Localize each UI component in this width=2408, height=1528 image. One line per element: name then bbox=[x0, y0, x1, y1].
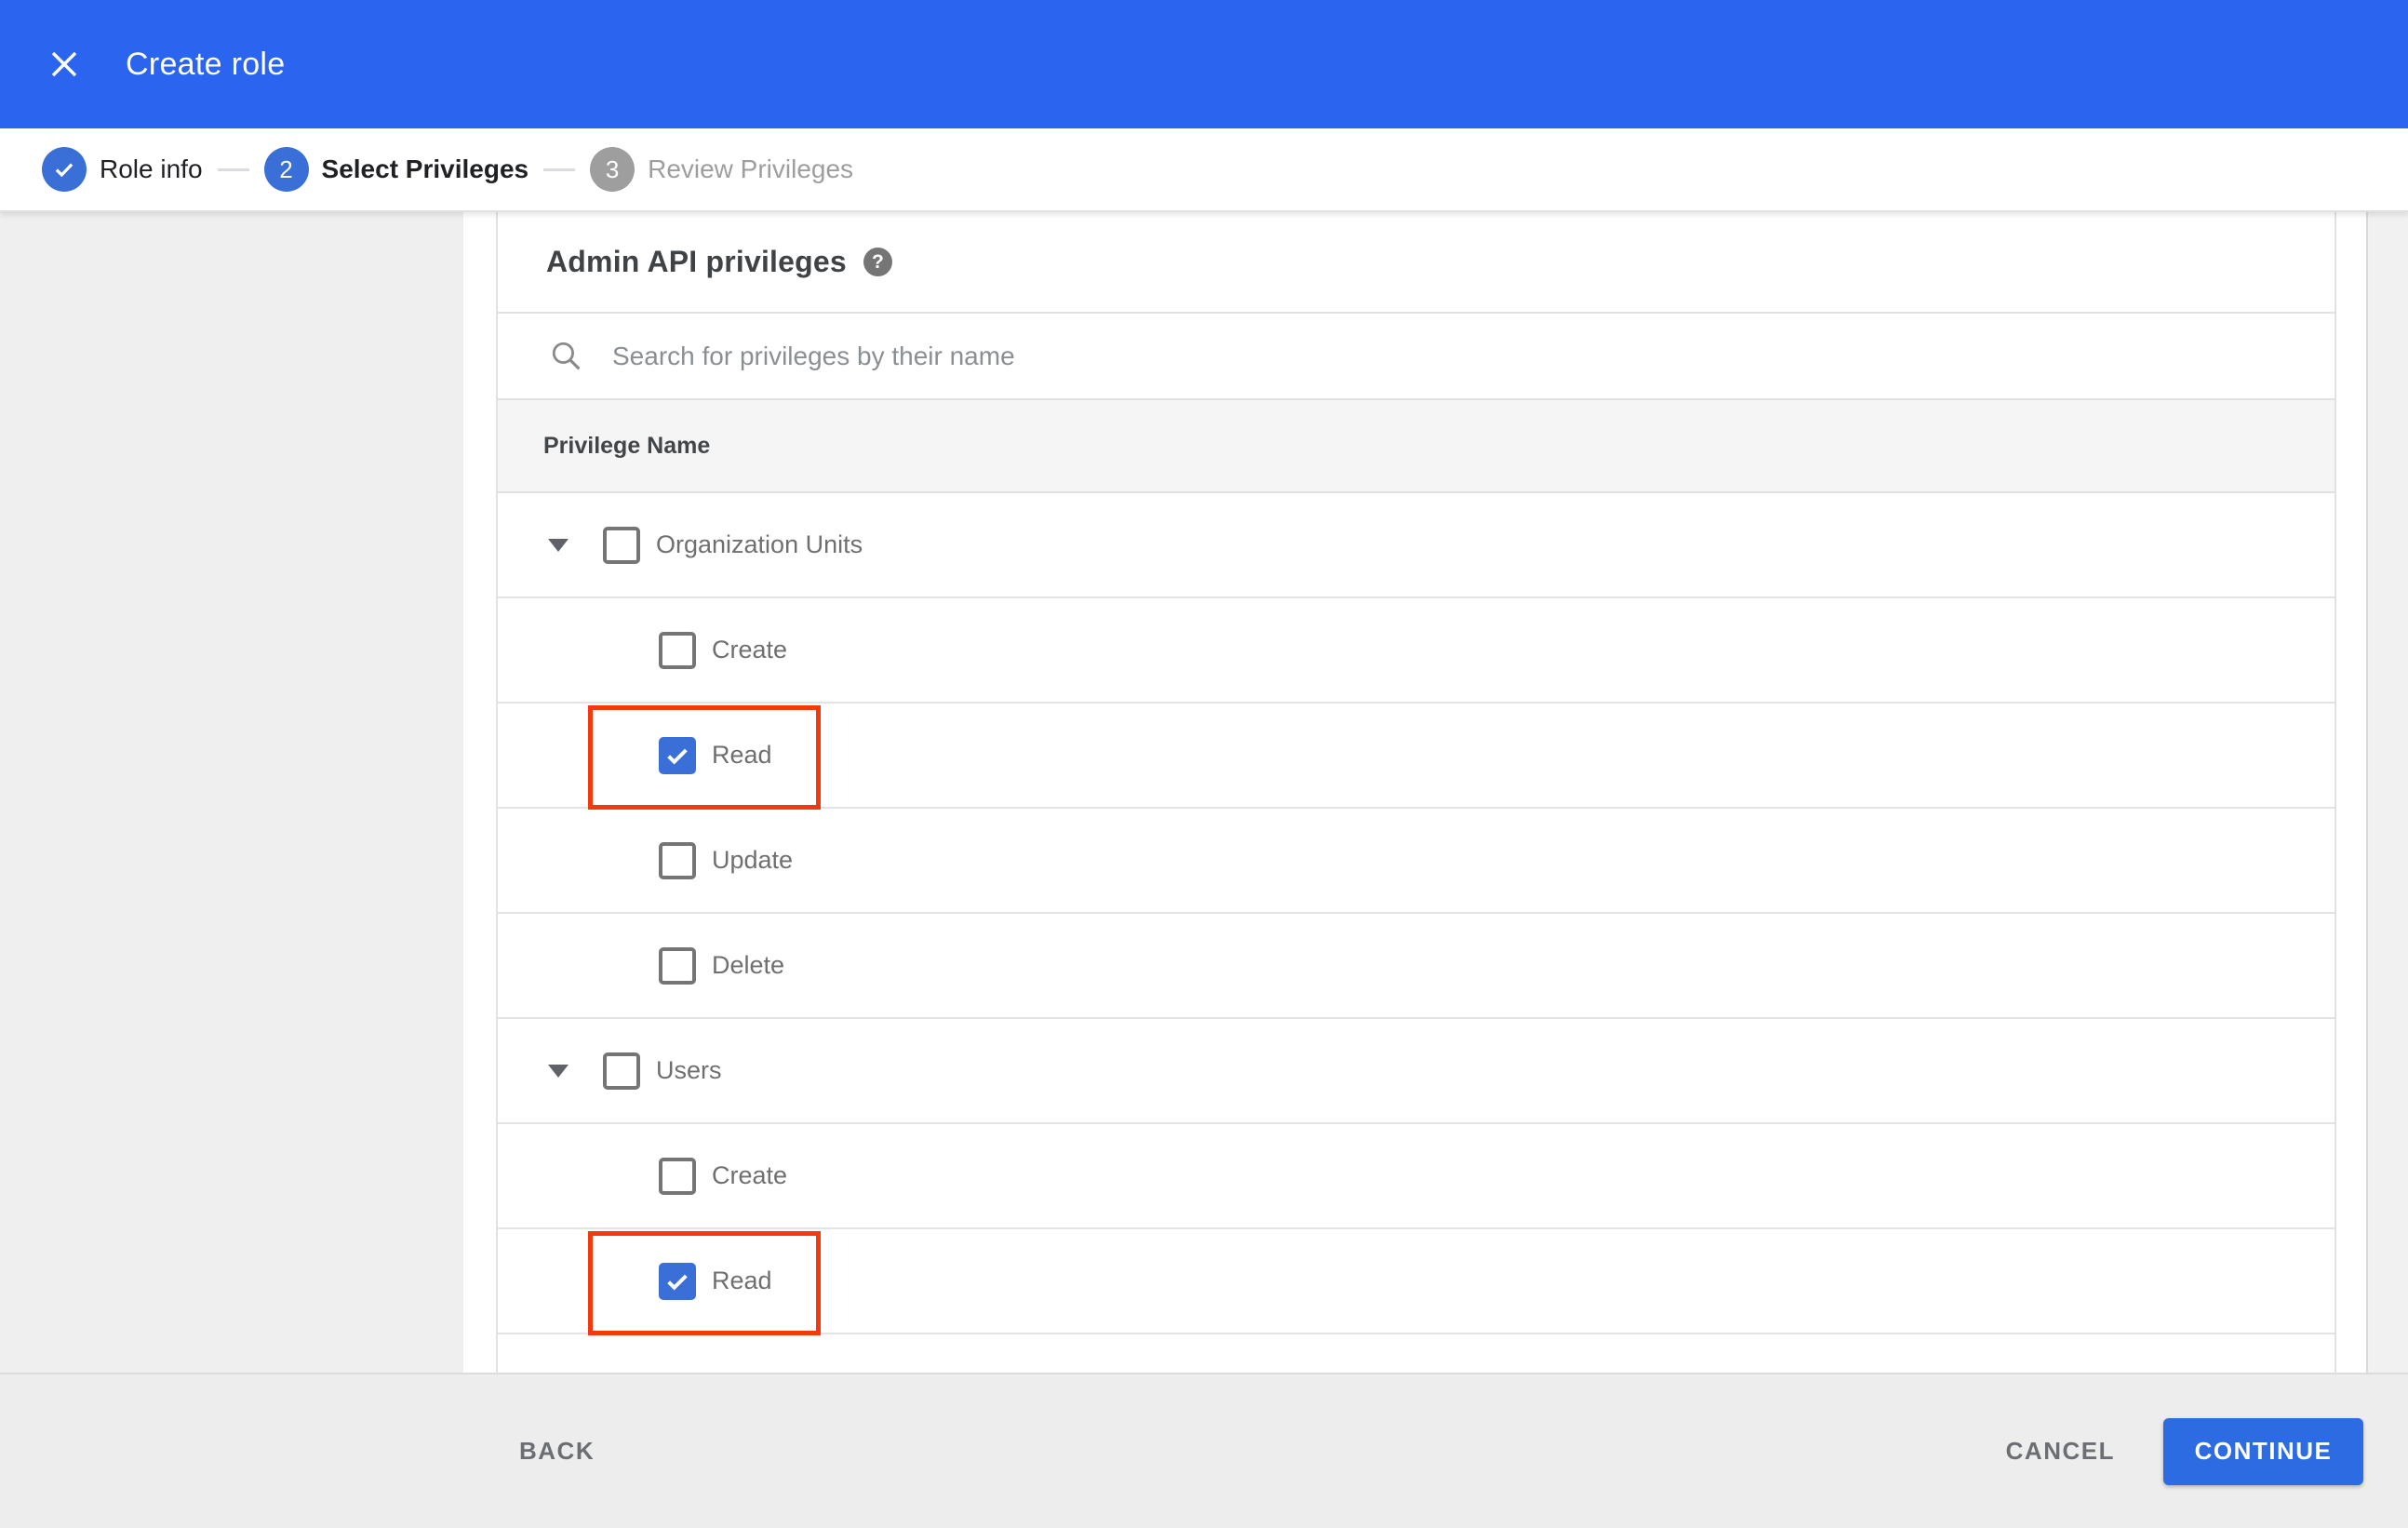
panel-heading: Admin API privileges bbox=[546, 245, 847, 278]
step-done-circle bbox=[42, 147, 87, 192]
selection-highlight-box bbox=[588, 705, 821, 810]
privilege-label: Organization Units bbox=[656, 530, 863, 558]
step-label: Select Privileges bbox=[321, 154, 529, 183]
panel-heading-row: Admin API privileges ? bbox=[498, 212, 2334, 314]
table-row-create: Create bbox=[498, 598, 2334, 704]
dialog-header: Create role bbox=[0, 0, 2408, 128]
privilege-label: Update bbox=[712, 846, 794, 874]
checkbox[interactable] bbox=[603, 526, 640, 564]
step-label: Review Privileges bbox=[648, 154, 854, 183]
privilege-label: Create bbox=[712, 1161, 788, 1189]
checkbox[interactable] bbox=[603, 1052, 640, 1090]
checkbox[interactable] bbox=[659, 1262, 696, 1300]
collapse-toggle-icon[interactable] bbox=[548, 538, 569, 552]
privilege-label: Delete bbox=[712, 951, 785, 979]
step-review-privileges[interactable]: 3 Review Privileges bbox=[590, 147, 853, 192]
step-select-privileges[interactable]: 2 Select Privileges bbox=[263, 147, 529, 192]
dialog-footer: BACK CANCEL CONTINUE bbox=[0, 1373, 2408, 1528]
table-row-users: Users bbox=[498, 1019, 2334, 1124]
scrollbar-track[interactable] bbox=[2366, 212, 2408, 1373]
privilege-label: Read bbox=[712, 1267, 772, 1294]
table-row-read: Read bbox=[498, 1229, 2334, 1335]
close-button[interactable] bbox=[44, 44, 85, 85]
step-number-circle: 3 bbox=[590, 147, 635, 192]
privileges-panel: Admin API privileges ? Privilege Name Or… bbox=[496, 212, 2336, 1373]
checkbox[interactable] bbox=[659, 946, 696, 985]
create-role-dialog: Create role Role info 2 Select Privilege… bbox=[0, 0, 2408, 1528]
table-row-organization-units: Organization Units bbox=[498, 493, 2334, 598]
continue-button[interactable]: CONTINUE bbox=[2163, 1417, 2363, 1485]
checkbox[interactable] bbox=[659, 1157, 696, 1195]
left-panel bbox=[0, 212, 463, 1373]
footer-actions: CANCEL CONTINUE bbox=[1997, 1417, 2408, 1485]
privilege-label: Read bbox=[712, 741, 772, 769]
selection-highlight-box bbox=[588, 1231, 821, 1335]
table-row-read: Read bbox=[498, 704, 2334, 810]
search-input[interactable] bbox=[610, 340, 2006, 372]
privilege-label: Users bbox=[656, 1056, 722, 1084]
table-header: Privilege Name bbox=[498, 400, 2334, 493]
wizard-stepper: Role info 2 Select Privileges 3 Review P… bbox=[0, 128, 2408, 212]
cancel-button[interactable]: CANCEL bbox=[1997, 1420, 2124, 1482]
privilege-table: Organization Units Create Read Update De… bbox=[498, 493, 2334, 1335]
table-header-label: Privilege Name bbox=[543, 432, 711, 459]
help-icon[interactable]: ? bbox=[863, 248, 892, 276]
back-button[interactable]: BACK bbox=[510, 1420, 604, 1482]
step-connector bbox=[543, 168, 576, 171]
collapse-toggle-icon[interactable] bbox=[548, 1064, 569, 1078]
step-role-info[interactable]: Role info bbox=[42, 147, 203, 192]
table-row-delete: Delete bbox=[498, 914, 2334, 1019]
table-row-create: Create bbox=[498, 1124, 2334, 1229]
dialog-body: Admin API privileges ? Privilege Name Or… bbox=[0, 212, 2408, 1373]
step-number-circle: 2 bbox=[263, 147, 309, 192]
checkmark-icon bbox=[667, 748, 688, 764]
step-connector bbox=[217, 168, 249, 171]
table-row-update: Update bbox=[498, 809, 2334, 914]
search-icon bbox=[552, 342, 581, 370]
step-label: Role info bbox=[100, 154, 203, 183]
privilege-label: Create bbox=[712, 636, 788, 663]
checkbox[interactable] bbox=[659, 736, 696, 774]
checkbox[interactable] bbox=[659, 841, 696, 879]
dialog-title: Create role bbox=[126, 46, 286, 82]
checkbox[interactable] bbox=[659, 631, 696, 669]
checkmark-icon bbox=[667, 1274, 688, 1290]
check-icon bbox=[55, 163, 74, 178]
close-icon bbox=[51, 51, 77, 77]
privilege-search-row bbox=[498, 314, 2334, 400]
